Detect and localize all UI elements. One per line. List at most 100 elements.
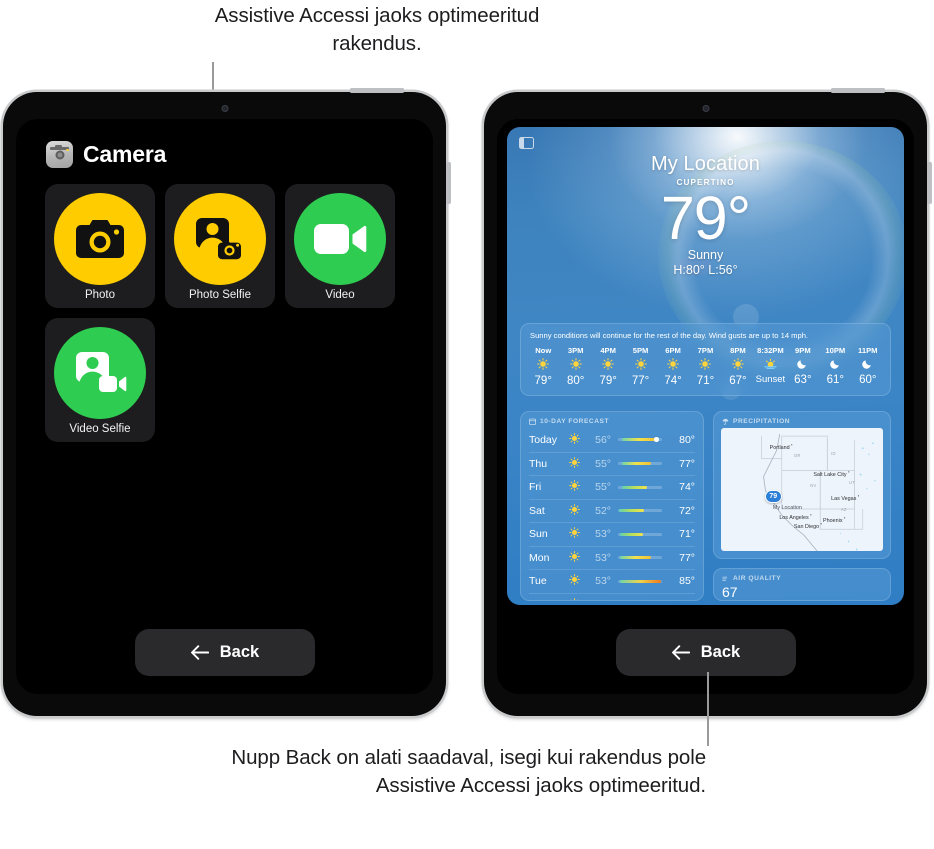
forecast-day: Today [529,433,558,446]
hourly-forecast-row[interactable]: Now 79° 3PM 80° 4PM 79° 5PM 77° 6PM 74° 7PM 71° 8PM 6… [521,346,890,395]
map-borders [761,433,876,551]
map-label-las-vegas: Las Vegas [831,493,859,502]
air-quality-panel-title: AIR QUALITY [733,575,782,582]
tile-video-selfie[interactable]: Video Selfie [45,318,155,442]
map-label-los-angeles: Los Angeles [779,512,811,520]
ten-day-forecast-panel[interactable]: 10-DAY FORECAST Today 56° 80° Thu 55° 77° Fri 5… [520,411,704,601]
hourly-time: Now [535,346,552,356]
hourly-item[interactable]: 8:32PM Sunset [754,346,786,387]
current-temp-marker [654,437,659,443]
power-button-left[interactable] [350,88,404,93]
forecast-high: 77° [679,457,695,470]
forecast-low: 55° [595,457,611,470]
back-button-label: Back [700,643,741,661]
front-camera-icon [221,105,228,112]
power-button-right[interactable] [831,88,885,93]
forecast-day: Fri [529,481,542,494]
forecast-high: 72° [679,504,695,517]
camera-action-grid: Photo Photo Selfie Video Video Selfie [16,168,412,442]
map-state-ut: UT [848,479,855,485]
back-button-left[interactable]: Back [134,629,315,676]
sun-icon [537,358,550,372]
map-state-nv: NV [810,483,817,489]
hourly-time: 8PM [730,346,746,356]
hourly-item[interactable]: 3PM 80° [559,346,591,387]
sun-icon [563,527,585,541]
sun-icon [563,480,585,494]
forecast-temp-bar [618,485,662,489]
volume-button-right[interactable] [926,162,932,204]
forecast-row[interactable]: Sun 53° 71° [529,522,695,546]
precipitation-map[interactable]: Portland Salt Lake City Las Vegas Los An… [721,428,883,551]
forecast-temp-bar [618,462,662,466]
forecast-panel-title: 10-DAY FORECAST [540,418,610,425]
hourly-time: 8:32PM [757,346,784,356]
forecast-row[interactable]: Fri 55° 74° [529,475,695,499]
hourly-temp: 77° [631,375,650,388]
hourly-time: 3PM [567,346,584,356]
hourly-note: Sunny conditions will continue for the r… [530,331,809,340]
precipitation-panel[interactable]: PRECIPITATION Portland ▪ Salt Lake City … [713,411,891,559]
hourly-temp: 71° [696,375,715,388]
hourly-time: 7PM [697,346,714,356]
precipitation-panel-title: PRECIPITATION [733,418,791,425]
tile-photo-selfie[interactable]: Photo Selfie [165,184,275,308]
map-label-san-diego: San Diego [794,521,822,530]
weather-condition: Sunny [687,248,724,263]
hourly-item[interactable]: 9PM 63° [787,346,819,387]
forecast-high: 71° [679,528,695,541]
volume-button-left[interactable] [445,162,451,204]
sun-icon [634,358,647,372]
tile-label: Photo [84,289,116,301]
hourly-item[interactable]: 10PM 61° [819,346,851,387]
forecast-low: 55° [595,481,611,494]
hourly-item[interactable]: 8PM 67° [722,346,754,387]
forecast-low: 53° [595,575,611,588]
forecast-row[interactable]: Wed 56° 87° [529,592,695,600]
video-camera-icon [314,224,367,254]
forecast-row[interactable]: Tue 53° 85° [529,569,695,593]
forecast-row[interactable]: Today 56° 80° [529,428,695,452]
aqi-icon [722,576,728,581]
hourly-item[interactable]: 7PM 71° [689,346,721,387]
tile-label: Video [325,289,355,301]
hourly-time: 10PM [825,346,846,356]
weather-card: My Location CUPERTINO 79° Sunny H:80° L:… [507,127,904,605]
calendar-icon [529,418,536,425]
air-quality-panel-header: AIR QUALITY [714,569,890,585]
hourly-temp: 63° [794,374,812,387]
hourly-item[interactable]: 5PM 77° [624,346,656,387]
forecast-row[interactable]: Sat 52° 72° [529,498,695,523]
air-quality-panel[interactable]: AIR QUALITY 67 Moderate [713,568,891,601]
photo-icon-circle [54,193,146,285]
air-quality-status: Moderate [714,600,890,601]
leader-line-bottom [707,672,709,746]
hourly-item[interactable]: 6PM 74° [657,346,689,387]
tile-photo[interactable]: Photo [45,184,155,308]
moon-icon [797,358,808,371]
caption-top: Assistive Accessi jaoks optimeeritud rak… [214,4,540,55]
back-button-label: Back [219,643,260,661]
forecast-temp-bar [618,556,662,560]
hourly-item[interactable]: 4PM 79° [592,346,624,387]
map-location-pin[interactable]: 79 [764,489,782,503]
hourly-temp: 79° [534,375,552,388]
tile-video[interactable]: Video [285,184,395,308]
map-state-az: AZ [840,506,847,512]
weather-right-column: PRECIPITATION Portland ▪ Salt Lake City … [713,411,891,601]
forecast-row[interactable]: Thu 55° 77° [529,451,695,476]
assistive-access-header: Camera [16,119,433,168]
forecast-row[interactable]: Mon 53° 77° [529,545,695,570]
sun-icon [699,358,712,372]
weather-location: My Location [651,153,760,175]
hourly-time: 11PM [858,346,878,356]
forecast-day: Mon [529,551,550,564]
hourly-item[interactable]: Now 79° [527,346,559,387]
map-state-or: OR [793,452,801,458]
arrow-left-icon [190,645,209,660]
forecast-low: 53° [595,551,611,564]
sun-icon [563,503,585,518]
forecast-panel-header: 10-DAY FORECAST [521,412,703,428]
hourly-item[interactable]: 11PM 60° [852,346,884,387]
back-button-right[interactable]: Back [615,629,796,676]
